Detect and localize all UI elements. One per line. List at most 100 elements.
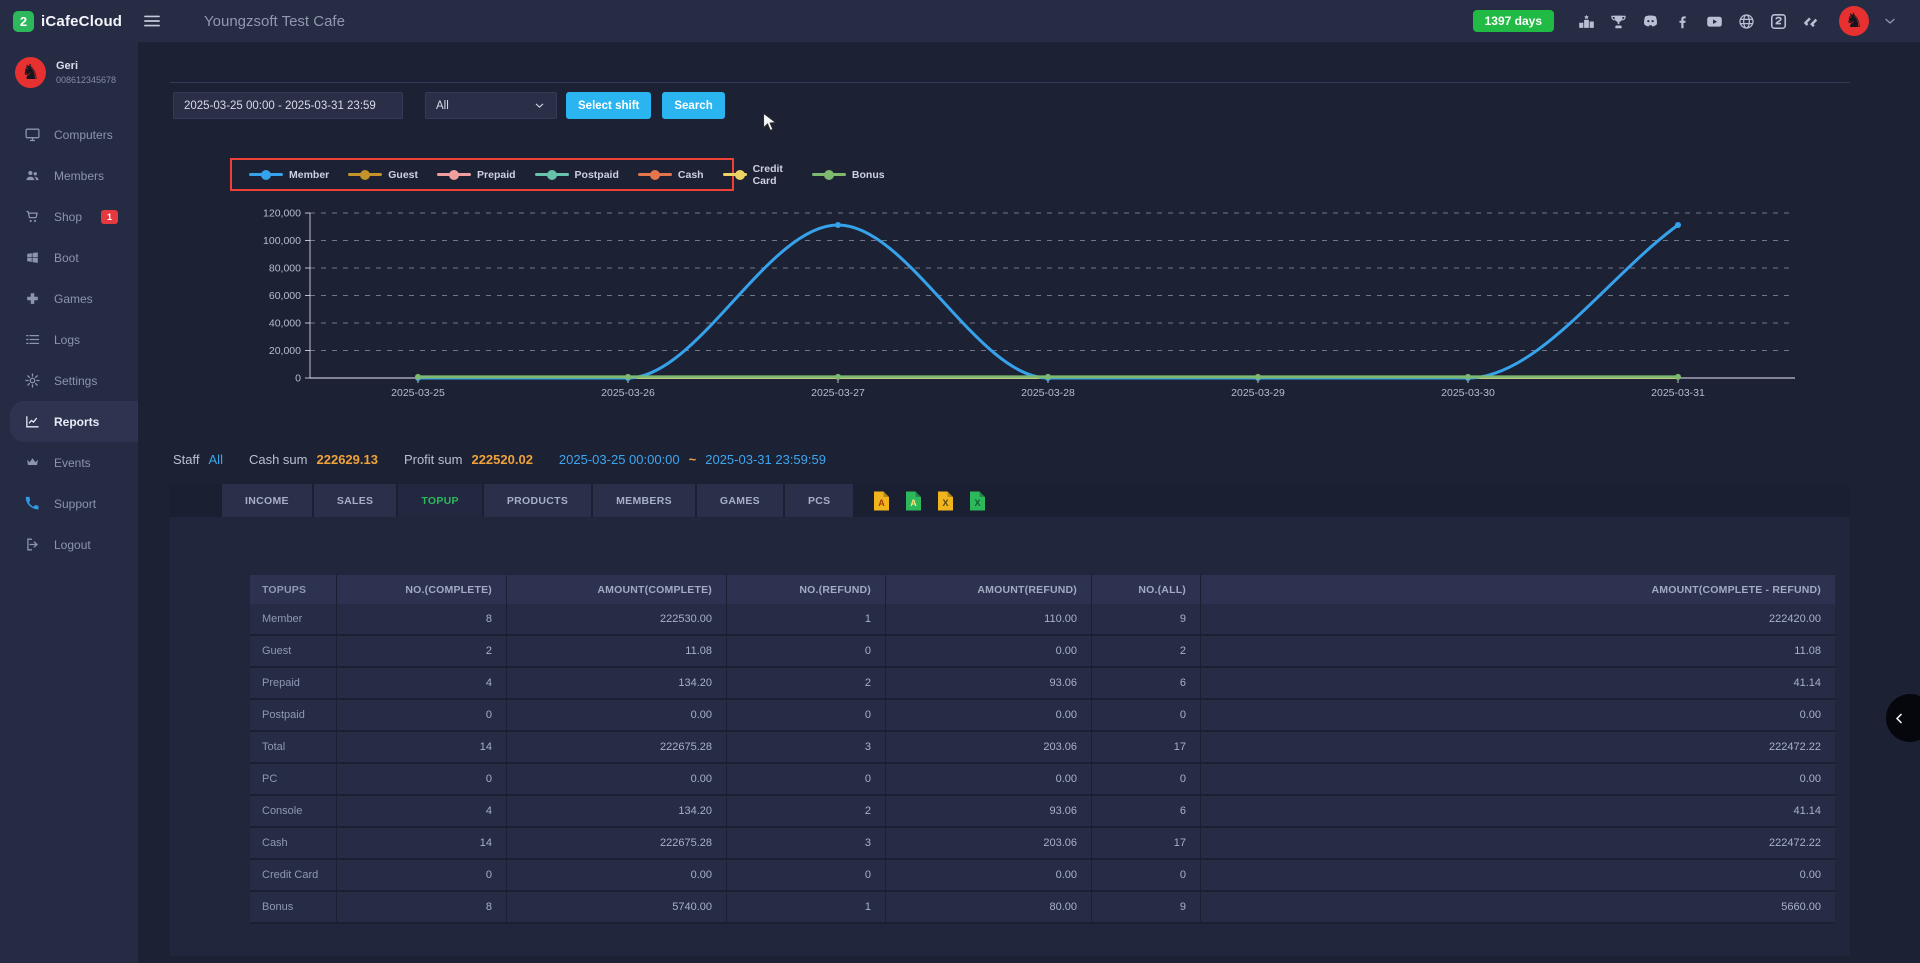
row-value: 0.00 — [506, 700, 726, 730]
row-value: 0 — [726, 636, 885, 666]
hamburger-menu-icon[interactable] — [142, 11, 162, 31]
export-excel-yellow-icon[interactable]: X — [937, 491, 954, 511]
row-value: 203.06 — [885, 732, 1091, 762]
row-label: Bonus — [250, 892, 336, 922]
column-header: AMOUNT(COMPLETE) — [506, 575, 726, 604]
column-header: AMOUNT(REFUND) — [885, 575, 1091, 604]
chevron-left-icon — [1892, 711, 1907, 726]
chevron-down-icon[interactable] — [1882, 13, 1898, 29]
row-value: 0 — [1091, 700, 1200, 730]
youngzsoft-icon[interactable] — [1801, 12, 1820, 31]
sidebar-item-computers[interactable]: Computers — [0, 114, 138, 155]
svg-text:40,000: 40,000 — [269, 318, 301, 330]
legend-credit-card[interactable]: Credit Card — [723, 163, 793, 187]
legend-member[interactable]: Member — [249, 169, 329, 181]
facebook-icon[interactable] — [1673, 12, 1692, 31]
svg-text:80,000: 80,000 — [269, 263, 301, 275]
ranking-icon[interactable] — [1577, 12, 1596, 31]
sidebar-item-label: Games — [54, 292, 93, 306]
svg-text:2025-03-28: 2025-03-28 — [1021, 387, 1075, 399]
row-value: 0.00 — [885, 860, 1091, 890]
sidebar-item-shop[interactable]: Shop 1 — [0, 196, 138, 237]
range-start: 2025-03-25 00:00:00 — [559, 452, 680, 467]
legend-bonus[interactable]: Bonus — [812, 169, 885, 181]
row-value: 0.00 — [506, 764, 726, 794]
tab-topup[interactable]: TOPUP — [398, 484, 483, 517]
legend-postpaid[interactable]: Postpaid — [535, 169, 619, 181]
sidebar-item-settings[interactable]: Settings — [0, 360, 138, 401]
shop-icon — [24, 208, 41, 225]
sidebar-item-support[interactable]: Support — [0, 483, 138, 524]
legend-label: Cash — [678, 169, 704, 181]
topup-table-header: TOPUPSNO.(COMPLETE)AMOUNT(COMPLETE)NO.(R… — [250, 575, 1835, 604]
export-excel-green-icon[interactable]: X — [969, 491, 986, 511]
row-label: Cash — [250, 828, 336, 858]
icafe-icon[interactable] — [1769, 12, 1788, 31]
logs-icon — [24, 331, 41, 348]
legend-guest[interactable]: Guest — [348, 169, 418, 181]
row-value: 134.20 — [506, 668, 726, 698]
row-label: Member — [250, 604, 336, 634]
youtube-icon[interactable] — [1705, 12, 1724, 31]
export-pdf-green-icon[interactable]: A — [905, 491, 922, 511]
discord-icon[interactable] — [1641, 12, 1660, 31]
row-label: Console — [250, 796, 336, 826]
cash-sum-value: 222629.13 — [317, 452, 378, 467]
svg-text:2025-03-29: 2025-03-29 — [1231, 387, 1285, 399]
row-value: 17 — [1091, 732, 1200, 762]
table-row: Console4134.20293.06641.14 — [250, 796, 1835, 828]
app-logo-text: iCafeCloud — [41, 13, 122, 30]
user-avatar[interactable]: ♞ — [1839, 6, 1869, 36]
row-value: 222472.22 — [1200, 828, 1835, 858]
tab-sales[interactable]: SALES — [314, 484, 399, 517]
summary-row: Staff All Cash sum 222629.13 Profit sum … — [173, 452, 826, 467]
shift-select-value: All — [436, 100, 449, 112]
sidebar-item-members[interactable]: Members — [0, 155, 138, 196]
row-value: 9 — [1091, 892, 1200, 922]
user-name: Geri — [56, 60, 116, 72]
row-value: 2 — [1091, 636, 1200, 666]
shift-select[interactable]: All — [425, 92, 557, 119]
tab-income[interactable]: INCOME — [222, 484, 314, 517]
trophy-icon[interactable] — [1609, 12, 1628, 31]
search-button[interactable]: Search — [662, 92, 724, 119]
tab-products[interactable]: PRODUCTS — [484, 484, 593, 517]
row-value: 8 — [336, 604, 506, 634]
row-value: 80.00 — [885, 892, 1091, 922]
select-shift-button[interactable]: Select shift — [566, 92, 651, 119]
export-pdf-yellow-icon[interactable]: A — [873, 491, 890, 511]
globe-icon[interactable] — [1737, 12, 1756, 31]
sidebar-item-label: Logout — [54, 538, 91, 552]
mouse-cursor — [762, 112, 780, 133]
sidebar-item-logout[interactable]: Logout — [0, 524, 138, 565]
row-value: 6 — [1091, 796, 1200, 826]
legend-cash[interactable]: Cash — [638, 169, 704, 181]
staff-filter-value[interactable]: All — [209, 452, 223, 467]
row-value: 3 — [726, 732, 885, 762]
row-label: PC — [250, 764, 336, 794]
sidebar-item-reports[interactable]: Reports — [10, 401, 138, 442]
table-row: Total14222675.283203.0617222472.22 — [250, 732, 1835, 764]
row-value: 0 — [726, 700, 885, 730]
avatar[interactable]: ♞ — [15, 57, 46, 88]
legend-prepaid[interactable]: Prepaid — [437, 169, 516, 181]
sidebar-item-games[interactable]: Games — [0, 278, 138, 319]
sidebar-item-events[interactable]: Events — [0, 442, 138, 483]
row-label: Prepaid — [250, 668, 336, 698]
tab-pcs[interactable]: PCS — [785, 484, 856, 517]
sidebar-item-boot[interactable]: Boot — [0, 237, 138, 278]
row-value: 0.00 — [506, 860, 726, 890]
collapse-panel-button[interactable] — [1886, 694, 1920, 742]
reports-icon — [24, 413, 41, 430]
computers-icon — [24, 126, 41, 143]
subscription-days-badge[interactable]: 1397 days — [1473, 10, 1554, 32]
svg-text:2025-03-27: 2025-03-27 — [811, 387, 865, 399]
sidebar-item-logs[interactable]: Logs — [0, 319, 138, 360]
games-icon — [24, 290, 41, 307]
range-separator: ~ — [689, 452, 697, 467]
date-range-input[interactable] — [173, 92, 403, 119]
tab-games[interactable]: GAMES — [697, 484, 785, 517]
legend-swatch — [535, 173, 569, 176]
sidebar-item-label: Computers — [54, 128, 113, 142]
tab-members[interactable]: MEMBERS — [593, 484, 697, 517]
